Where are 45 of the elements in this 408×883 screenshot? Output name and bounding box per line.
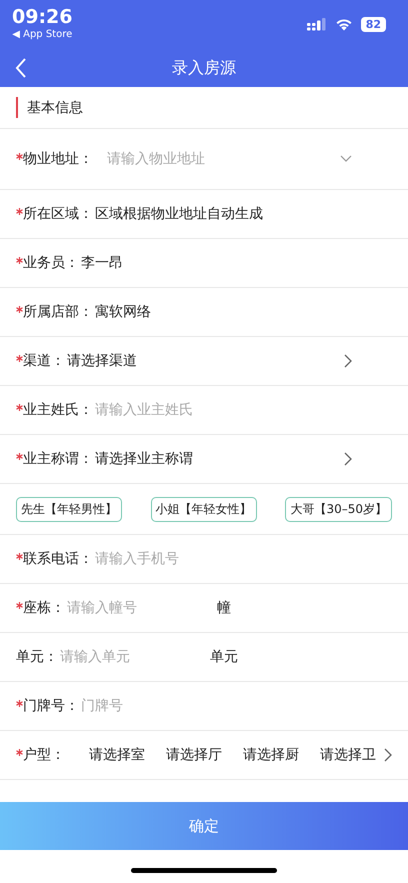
unit-label: 幢: [217, 599, 231, 617]
title-chip[interactable]: 大哥【30–50岁】: [285, 496, 392, 522]
wifi-icon: [334, 18, 353, 31]
input-field[interactable]: 请输入单元: [60, 649, 210, 665]
select-value[interactable]: 请选择厨: [243, 746, 299, 764]
select-value[interactable]: 请选择渠道: [67, 352, 137, 370]
field-label: 门牌号：: [23, 697, 79, 715]
field-label: 单元：: [16, 648, 58, 666]
chevron-down-icon[interactable]: [340, 155, 352, 163]
back-to-app-link[interactable]: ◀ App Store: [12, 28, 72, 42]
input-field[interactable]: 请输入业主姓氏: [95, 402, 245, 418]
title-chip[interactable]: 小姐【年轻女性】: [150, 496, 257, 522]
input-field[interactable]: 请输入手机号: [95, 551, 245, 567]
chevron-right-icon[interactable]: [344, 452, 352, 466]
field-label: 业主称谓：: [23, 450, 93, 468]
field-label: 业务员：: [23, 254, 79, 272]
field-label: 所属店部：: [23, 303, 93, 321]
field-value: 区域根据物业地址自动生成: [95, 205, 263, 223]
field-label: 座栋：: [23, 599, 65, 617]
section-marker: [16, 97, 18, 118]
input-field[interactable]: 请输入幢号: [67, 600, 217, 616]
chevron-right-icon[interactable]: [384, 748, 392, 762]
title-chip[interactable]: 先生【年轻男性】: [16, 496, 122, 522]
select-value[interactable]: 请选择室: [89, 746, 145, 764]
field-label: 渠道：: [23, 352, 65, 370]
input-field[interactable]: 门牌号: [81, 698, 231, 714]
signal-icon: [306, 18, 327, 31]
clock-time: 09:26: [12, 6, 72, 28]
field-label: 户型：: [23, 746, 65, 764]
chevron-right-icon[interactable]: [344, 354, 352, 368]
field-label: 联系电话：: [23, 550, 93, 568]
select-value[interactable]: 请选择厅: [166, 746, 222, 764]
select-value[interactable]: 请选择卫: [320, 746, 376, 764]
battery-indicator: 82: [360, 17, 386, 32]
page-title: 录入房源: [172, 58, 236, 79]
unit-label: 单元: [210, 648, 238, 666]
field-label: 业主姓氏：: [23, 401, 93, 419]
select-value[interactable]: 请选择业主称谓: [95, 450, 193, 468]
field-value: 李一昂: [81, 254, 123, 272]
field-label: 物业地址：: [23, 150, 93, 168]
field-value: 寓软网络: [95, 303, 151, 321]
section-title: 基本信息: [27, 98, 83, 116]
field-label: 所在区域：: [23, 205, 93, 223]
back-icon[interactable]: [15, 58, 27, 78]
input-field[interactable]: 请输入物业地址: [107, 151, 277, 167]
